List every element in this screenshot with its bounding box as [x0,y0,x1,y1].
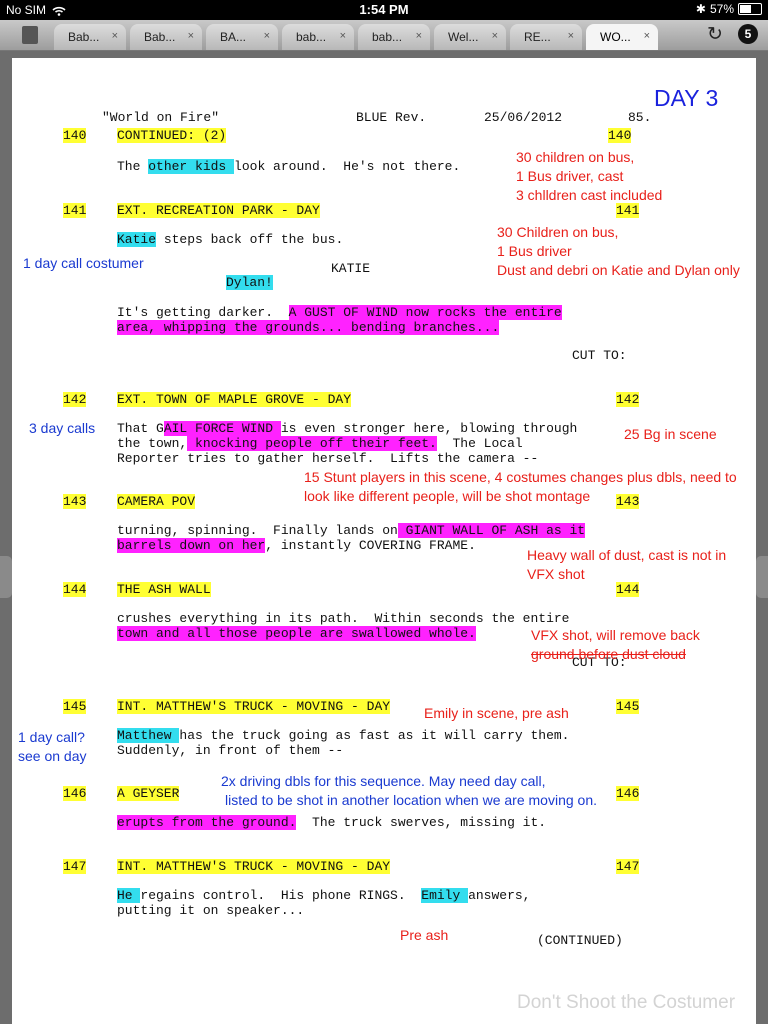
scene-number: 146 [616,786,640,801]
action-line: The other kids look around. He's not the… [117,159,461,174]
settings-gear-icon[interactable]: 5 [738,24,758,44]
scene-number: 141 [616,203,640,218]
action-line: town and all those people are swallowed … [117,626,476,641]
close-tab-icon[interactable]: × [416,30,422,42]
scene-number: 147 [63,859,87,874]
note: VFX shot, will remove back [531,627,700,643]
tab-4[interactable]: bab... × [282,24,354,50]
note: 30 children on bus, [516,149,635,165]
script-title: "World on Fire" [102,110,220,125]
scene-number: 146 [63,786,87,801]
note: 3 day calls [29,420,96,436]
scene-heading: CONTINUED: (2) [117,128,227,143]
note: Pre ash [400,927,449,943]
action-line: crushes everything in its path. Within s… [117,611,570,626]
close-tab-icon[interactable]: × [644,30,650,42]
scene-number: 145 [63,699,87,714]
page-next-handle[interactable] [756,556,768,598]
script-page: DAY 3 "World on Fire" BLUE Rev. 25/06/20… [0,58,768,1024]
action-line: Suddenly, in front of them -- [117,743,344,758]
scene-heading: THE ASH WALL [117,582,211,597]
revision-date: 25/06/2012 [484,110,563,125]
scene-heading: INT. MATTHEW'S TRUCK - MOVING - DAY [117,699,391,714]
action-line: Reporter tries to gather herself. Lifts … [117,451,539,466]
scene-heading: INT. MATTHEW'S TRUCK - MOVING - DAY [117,859,391,874]
dialogue-line: Dylan! [226,275,273,290]
battery-icon [738,3,762,15]
note: listed to be shot in another location wh… [225,792,598,808]
note: Emily in scene, pre ash [424,705,569,721]
close-tab-icon[interactable]: × [568,30,574,42]
scene-heading: A GEYSER [117,786,180,801]
scene-number: 142 [616,392,640,407]
scene-number: 143 [616,494,640,509]
note: look like different people, will be shot… [304,488,591,504]
scene-number: 145 [616,699,640,714]
scene-number: 142 [63,392,87,407]
scene-number: 140 [608,128,632,143]
transition: CUT TO: [572,348,627,363]
tab-6[interactable]: Wel... × [434,24,506,50]
action-line: Matthew has the truck going as fast as i… [117,728,570,743]
scene-number: 141 [63,203,87,218]
scene-number: 144 [616,582,640,597]
action-line: Katie steps back off the bus. [117,232,344,247]
action-line: the town, knocking people off their feet… [117,436,523,451]
close-tab-icon[interactable]: × [492,30,498,42]
scene-heading: CAMERA POV [117,494,196,509]
note: 1 day call? [18,729,85,745]
note: 3 chlldren cast included [516,187,663,203]
note: Heavy wall of dust, cast is not in [527,547,727,563]
page-number: 85. [628,110,652,125]
note: Dust and debri on Katie and Dylan only [497,262,740,278]
bluetooth-icon: ✱ [695,2,706,16]
note: ground before dust cloud [531,646,686,662]
action-line: It's getting darker. A GUST OF WIND now … [117,305,562,320]
battery-percent: 57% [709,2,734,16]
note: 1 day call costumer [23,255,144,271]
status-bar: No SIM 1:54 PM ✱ 57% [0,0,768,20]
tab-7[interactable]: RE... × [510,24,582,50]
close-tab-icon[interactable]: × [264,30,270,42]
note: 2x driving dbls for this sequence. May n… [221,773,546,789]
close-tab-icon[interactable]: × [112,30,118,42]
scene-number: 140 [63,128,87,143]
tab-3[interactable]: BA... × [206,24,278,50]
watermark: Don't Shoot the Costumer [517,992,736,1013]
action-line: putting it on speaker... [117,903,305,918]
page-prev-handle[interactable] [0,556,12,598]
note: 1 Bus driver [497,243,572,259]
tab-8-active[interactable]: WO... × [586,24,658,50]
scene-number: 147 [616,859,640,874]
note: 30 Children on bus, [497,224,619,240]
note: 25 Bg in scene [624,426,717,442]
note: VFX shot [527,566,585,582]
tab-bar: Bab... × Bab... × BA... × bab... × bab... × W… [0,20,768,51]
tab-1[interactable]: Bab... × [54,24,126,50]
scene-heading: EXT. TOWN OF MAPLE GROVE - DAY [117,392,352,407]
action-line: He regains control. His phone RINGS. Emi… [117,888,531,903]
action-line: area, whipping the grounds... bending br… [117,320,500,335]
note: see on day [18,748,87,764]
tab-5[interactable]: bab... × [358,24,430,50]
clock: 1:54 PM [359,2,409,17]
note: 15 Stunt players in this scene, 4 costum… [304,469,737,485]
trash-icon[interactable] [22,26,38,44]
note: 1 Bus driver, cast [516,168,624,184]
close-tab-icon[interactable]: × [188,30,194,42]
action-line: That GAIL FORCE WIND is even stronger he… [117,421,578,436]
scene-number: 144 [63,582,87,597]
refresh-icon[interactable]: ↻ [705,25,725,45]
character-name: KATIE [331,261,371,276]
day-label: DAY 3 [654,85,719,111]
scene-number: 143 [63,494,87,509]
scene-heading: EXT. RECREATION PARK - DAY [117,203,320,218]
close-tab-icon[interactable]: × [340,30,346,42]
action-line: barrels down on her, instantly COVERING … [117,538,476,553]
tab-2[interactable]: Bab... × [130,24,202,50]
revision-label: BLUE Rev. [356,110,427,125]
continued-marker: (CONTINUED) [537,933,623,948]
action-line: erupts from the ground. The truck swerve… [117,815,547,830]
action-line: turning, spinning. Finally lands on GIAN… [117,523,586,538]
